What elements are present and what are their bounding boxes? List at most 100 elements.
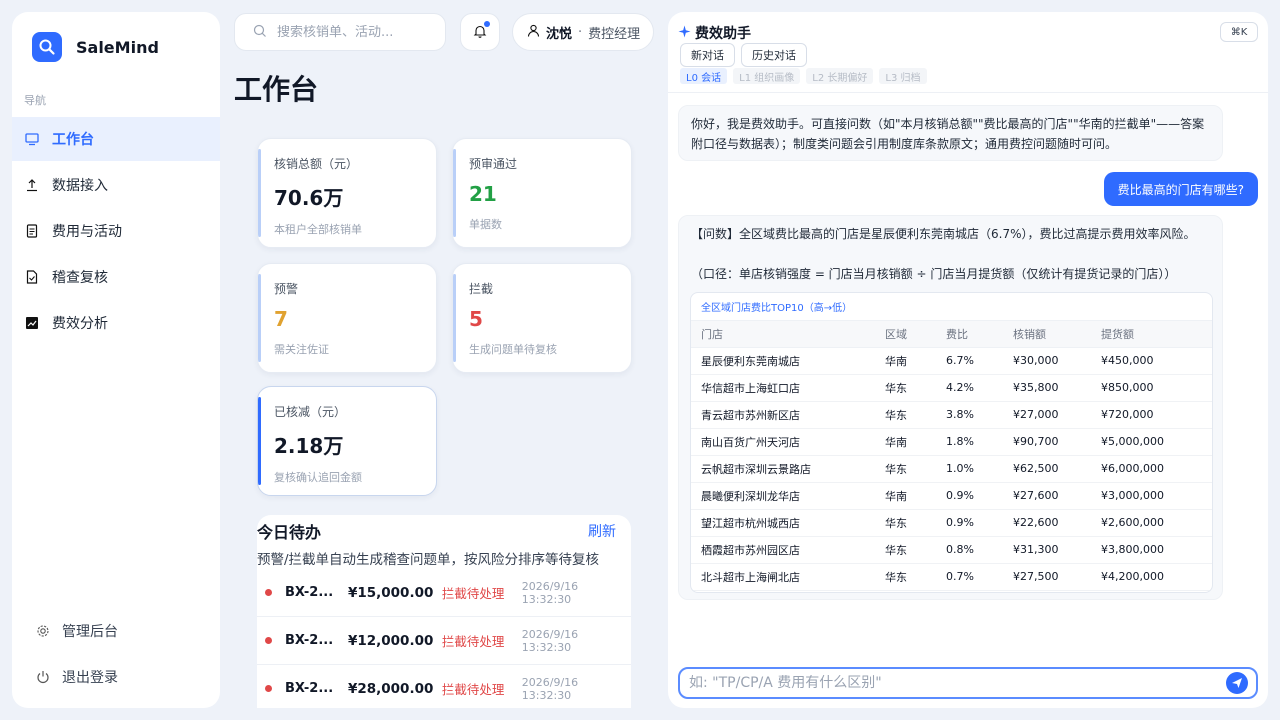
chat-input-bar[interactable] [678,667,1258,699]
chart-icon [24,315,40,331]
admin-label: 管理后台 [62,624,118,640]
stat-card-deducted[interactable]: 已核减（元） 2.18万 复核确认追回金额 [257,386,437,496]
todo-list: BX-2... ¥15,000.00 拦截待处理 2026/9/16 13:32… [257,569,631,708]
cell-store: 南山百货广州天河店 [691,428,885,456]
cell-store: 星辰便利东莞南城店 [691,347,885,375]
new-chat-button[interactable]: 新对话 [680,43,735,67]
card-accent-bar [453,274,456,362]
result-table: 全区域门店费比TOP10（高→低） 门店 区域 费比 核销额 提货额 星辰便利东… [690,292,1213,593]
col-header-writeoff: 核销额 [1013,321,1101,348]
table-row: 晨曦便利深圳龙华店 华南 0.9% ¥27,600 ¥3,000,000 [691,482,1212,510]
stat-card-total-writeoff[interactable]: 核销总额（元） 70.6万 本租户全部核销单 [257,138,437,248]
cell-ratio: 3.8% [946,401,1013,429]
table-caption: 全区域门店费比TOP10（高→低） [691,293,1212,321]
brand[interactable]: SaleMind [32,32,159,62]
stat-card-precheck-passed[interactable]: 预审通过 21 单据数 [452,138,632,248]
user-role: 费控经理 [588,26,641,42]
cell-ratio: 0.9% [946,482,1013,510]
cell-pickup: ¥4,200,000 [1101,563,1212,591]
todo-row[interactable]: BX-2... ¥15,000.00 拦截待处理 2026/9/16 13:32… [257,569,631,617]
todo-row[interactable]: BX-2... ¥12,000.00 拦截待处理 2026/9/16 13:32… [257,617,631,665]
todo-title: 今日待办 [257,523,322,542]
sidebar-item-label: 费效分析 [52,316,108,332]
risk-dot [265,637,272,644]
cell-region: 华东 [885,374,946,402]
col-header-store: 门店 [691,321,885,348]
card-label: 预警 [274,282,299,296]
memory-levels: L0 会话 L1 组织画像 L2 长期偏好 L3 归档 [680,68,933,84]
refresh-button[interactable]: 刷新 [588,521,616,541]
table-header-row: 门店 区域 费比 核销额 提货额 [691,321,1212,348]
file-check-icon [24,269,40,285]
user-message: 费比最高的门店有哪些? [1103,172,1258,206]
user-menu[interactable]: 沈悦 · 费控经理 [512,13,654,51]
answer-formula: （口径：单店核销强度 = 门店当月核销额 ÷ 门店当月提货额（仅统计有提货记录的… [691,267,1177,281]
assistant-title: 费效助手 [695,26,751,42]
table-row: 望江超市杭州城西店 华东 0.9% ¥22,600 ¥2,600,000 [691,509,1212,537]
header-divider [668,92,1268,93]
cell-writeoff: ¥27,600 [1013,482,1101,510]
table-row: 云帆超市深圳云景路店 华东 1.0% ¥62,500 ¥6,000,000 [691,455,1212,483]
search-box[interactable] [234,13,446,51]
cell-pickup: ¥6,000,000 [1101,455,1212,483]
answer-text: 【问数】全区域费比最高的门店是星辰便利东莞南城店（6.7%），费比过高提示费用效… [691,227,1196,241]
cell-region: 华南 [885,347,946,375]
cell-writeoff: ¥27,000 [1013,401,1101,429]
notification-button[interactable] [460,13,500,51]
search-input[interactable] [277,24,437,40]
upload-icon [24,177,40,193]
cell-writeoff: ¥30,000 [1013,347,1101,375]
sidebar-item-workbench[interactable]: 工作台 [12,117,220,161]
cell-writeoff: ¥31,300 [1013,536,1101,564]
todo-status: 拦截待处理 [441,682,505,697]
table-row: 栖霞超市苏州园区店 华东 0.8% ¥31,300 ¥3,800,000 [691,536,1212,564]
level-tab-l1[interactable]: L1 组织画像 [733,68,801,84]
table-body: 星辰便利东莞南城店 华南 6.7% ¥30,000 ¥450,000 华信超市上海虹口店华… [691,347,1212,591]
card-accent-bar [258,397,261,485]
history-button[interactable]: 历史对话 [741,43,807,67]
send-button[interactable] [1226,672,1248,694]
level-tab-l0[interactable]: L0 会话 [680,68,728,84]
stat-card-warning[interactable]: 预警 7 需关注佐证 [257,263,437,373]
assistant-actions: 新对话 历史对话 [680,43,813,67]
sidebar-item-efficiency-analysis[interactable]: 费效分析 [12,301,220,345]
sidebar-item-label: 稽查复核 [52,270,108,286]
cell-region: 华东 [885,455,946,483]
cell-ratio: 6.7% [946,347,1013,375]
sidebar-item-label: 费用与活动 [52,224,122,240]
cell-pickup: ¥3,000,000 [1101,482,1212,510]
cell-region: 华南 [885,482,946,510]
todo-amount: ¥12,000.00 [347,632,434,649]
level-tab-l2[interactable]: L2 长期偏好 [806,68,874,84]
card-accent-bar [258,274,261,362]
power-icon [36,670,50,684]
document-icon [24,223,40,239]
todo-panel: 今日待办 刷新 预警/拦截单自动生成稽查问题单，按风险分排序等待复核 BX-2.… [257,515,631,708]
todo-row[interactable]: BX-2... ¥28,000.00 拦截待处理 2026/9/16 13:32… [257,665,631,708]
assistant-greeting-message: 你好，我是费效助手。可直接问数（如"本月核销总额""费比最高的门店""华南的拦截… [678,105,1223,161]
chat-input[interactable] [689,675,1209,691]
level-tab-l3[interactable]: L3 归档 [879,68,927,84]
brand-name: SaleMind [76,37,159,57]
card-accent-bar [453,149,456,237]
col-header-ratio: 费比 [946,321,1013,348]
assistant-panel: 费效助手 ⌘K 新对话 历史对话 L0 会话 L1 组织画像 L2 长期偏好 L… [668,12,1268,708]
cell-region: 华南 [885,428,946,456]
sidebar-item-expense-activity[interactable]: 费用与活动 [12,209,220,253]
admin-link[interactable]: 管理后台 [36,608,118,654]
logout-link[interactable]: 退出登录 [36,654,118,700]
cell-pickup: ¥5,000,000 [1101,428,1212,456]
card-value: 70.6万 [274,186,344,210]
cell-pickup: ¥720,000 [1101,401,1212,429]
cell-pickup: ¥2,600,000 [1101,509,1212,537]
todo-amount: ¥28,000.00 [347,680,434,697]
cell-writeoff: ¥62,500 [1013,455,1101,483]
sidebar-item-audit-review[interactable]: 稽查复核 [12,255,220,299]
cell-store: 北斗超市上海闸北店 [691,563,885,591]
stat-card-intercepted[interactable]: 拦截 5 生成问题单待复核 [452,263,632,373]
card-value: 7 [274,307,288,331]
sidebar-item-data-import[interactable]: 数据接入 [12,163,220,207]
todo-status: 拦截待处理 [441,586,505,601]
card-value: 2.18万 [274,434,344,458]
col-header-region: 区域 [885,321,946,348]
